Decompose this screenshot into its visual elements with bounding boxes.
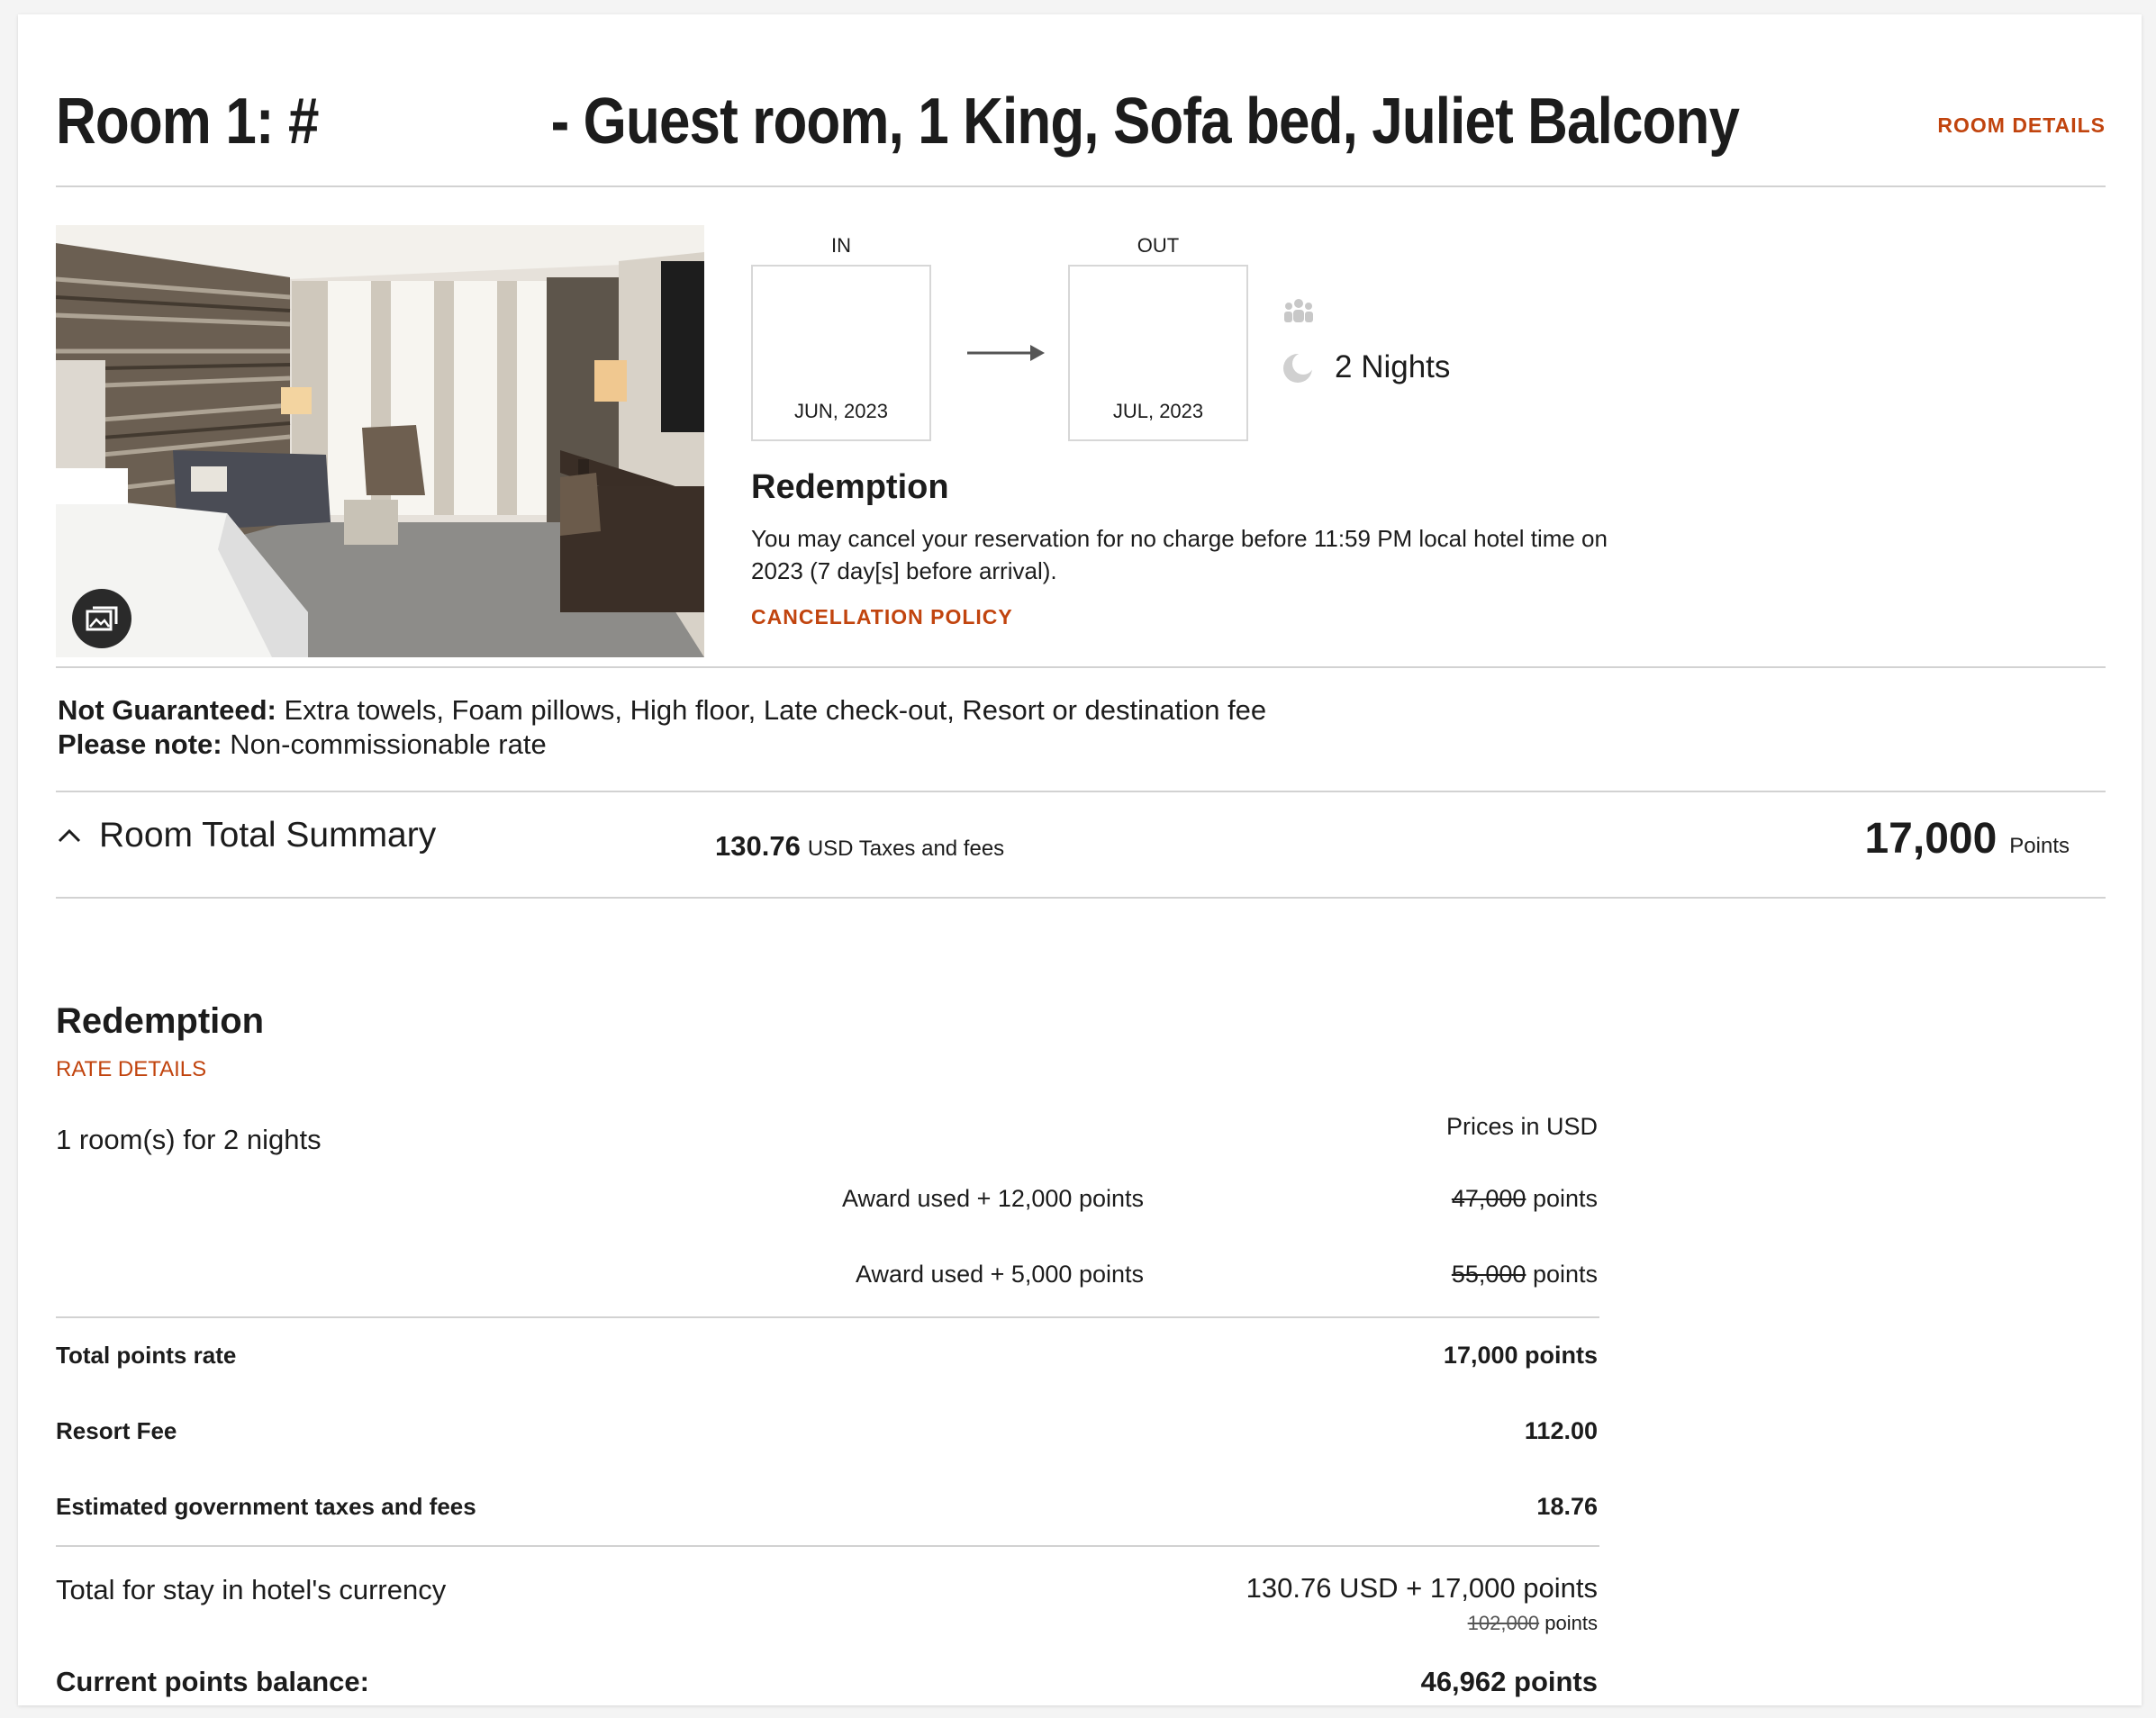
cancellation-line-2: 2023 (7 day[s] before arrival). xyxy=(751,557,1057,584)
room-title-prefix: Room 1: # xyxy=(56,86,319,158)
summary-points: 17,000 Points xyxy=(1864,814,2070,864)
rate-details-link[interactable]: RATE DETAILS xyxy=(56,1057,206,1082)
gov-tax-value: 18.76 xyxy=(1536,1493,1598,1520)
rate-heading: Redemption xyxy=(56,1001,265,1041)
total-points-label: Total points rate xyxy=(56,1342,237,1369)
cancellation-line-1: You may cancel your reservation for no c… xyxy=(751,525,1608,552)
check-in-label: IN xyxy=(831,234,851,257)
rooms-nights: 1 room(s) for 2 nights xyxy=(56,1124,322,1155)
nightly-price-2: 55,000 points xyxy=(1009,1261,1598,1288)
redemption-heading: Redemption xyxy=(751,468,949,506)
room-details-link[interactable]: ROOM DETAILS xyxy=(1937,113,2106,138)
room-title: Room 1: # - Guest room, 1 King, Sofa bed,… xyxy=(56,85,1740,158)
summary-taxes-amount: 130.76 xyxy=(715,830,801,862)
resort-fee-value: 112.00 xyxy=(1524,1417,1598,1444)
room-card: Room 1: # - Guest room, 1 King, Sofa bed,… xyxy=(18,14,2142,1705)
summary-points-label: Points xyxy=(2009,834,2070,858)
check-in-month: JUN, 2023 xyxy=(794,400,888,422)
guests-icon xyxy=(1284,299,1313,322)
nights-count: 2 Nights xyxy=(1335,349,1451,384)
check-in-box: JUN, 2023 xyxy=(751,265,931,441)
divider xyxy=(56,666,2106,668)
room-title-suffix: - Guest room, 1 King, Sofa bed, Juliet B… xyxy=(550,86,1740,158)
total-stay-original-unit: points xyxy=(1545,1612,1598,1634)
total-stay-original-value: 102,000 xyxy=(1467,1612,1540,1634)
divider xyxy=(56,1316,1599,1318)
nightly-original-2: 55,000 xyxy=(1451,1261,1526,1288)
total-stay-value: 130.76 USD + 17,000 points xyxy=(1246,1572,1598,1604)
summary-taxes-label: USD Taxes and fees xyxy=(807,836,1005,861)
gallery-icon xyxy=(86,606,118,631)
divider xyxy=(56,791,2106,792)
total-stay-original: 102,000 points xyxy=(1009,1612,1598,1635)
total-stay-label: Total for stay in hotel's currency xyxy=(56,1574,447,1605)
please-note-label: Please note: xyxy=(58,728,222,760)
room-notes: Not Guaranteed: Extra towels, Foam pillo… xyxy=(58,693,1266,762)
check-out-label: OUT xyxy=(1137,234,1180,257)
summary-taxes: 130.76 USD Taxes and fees xyxy=(715,830,1004,863)
resort-fee-label: Resort Fee xyxy=(56,1417,177,1444)
nightly-price-1: 47,000 points xyxy=(1009,1185,1598,1213)
arrow-right-icon xyxy=(967,345,1045,361)
cancellation-policy-link[interactable]: CANCELLATION POLICY xyxy=(751,605,1013,629)
room-photo-image xyxy=(56,225,704,657)
check-out-box: JUL, 2023 xyxy=(1068,265,1248,441)
room-photo[interactable] xyxy=(56,225,704,657)
room-total-summary-toggle[interactable]: Room Total Summary xyxy=(56,816,436,855)
not-guaranteed-label: Not Guaranteed: xyxy=(58,694,276,726)
not-guaranteed-value: Extra towels, Foam pillows, High floor, … xyxy=(284,694,1267,726)
nightly-unit-1: points xyxy=(1532,1185,1598,1212)
points-balance-label: Current points balance: xyxy=(56,1666,369,1697)
not-guaranteed-line: Not Guaranteed: Extra towels, Foam pillo… xyxy=(58,693,1266,728)
moon-icon xyxy=(1283,353,1313,383)
prices-in-currency: Prices in USD xyxy=(1445,1113,1598,1140)
chevron-up-icon xyxy=(58,828,81,843)
photo-gallery-button[interactable] xyxy=(72,589,131,648)
cancellation-text: You may cancel your reservation for no c… xyxy=(751,522,1742,587)
divider xyxy=(56,185,2106,187)
please-note-value: Non-commissionable rate xyxy=(230,728,547,760)
please-note-line: Please note: Non-commissionable rate xyxy=(58,728,1266,762)
divider xyxy=(56,1545,1599,1547)
check-out-month: JUL, 2023 xyxy=(1112,400,1204,422)
divider xyxy=(56,897,2106,899)
nightly-original-1: 47,000 xyxy=(1451,1185,1526,1212)
points-balance-value: 46,962 points xyxy=(1420,1666,1598,1697)
gov-tax-label: Estimated government taxes and fees xyxy=(56,1493,476,1520)
summary-title: Room Total Summary xyxy=(99,816,437,854)
total-points-value: 17,000 points xyxy=(1443,1342,1598,1369)
nightly-unit-2: points xyxy=(1532,1261,1598,1288)
summary-points-amount: 17,000 xyxy=(1864,815,1997,863)
